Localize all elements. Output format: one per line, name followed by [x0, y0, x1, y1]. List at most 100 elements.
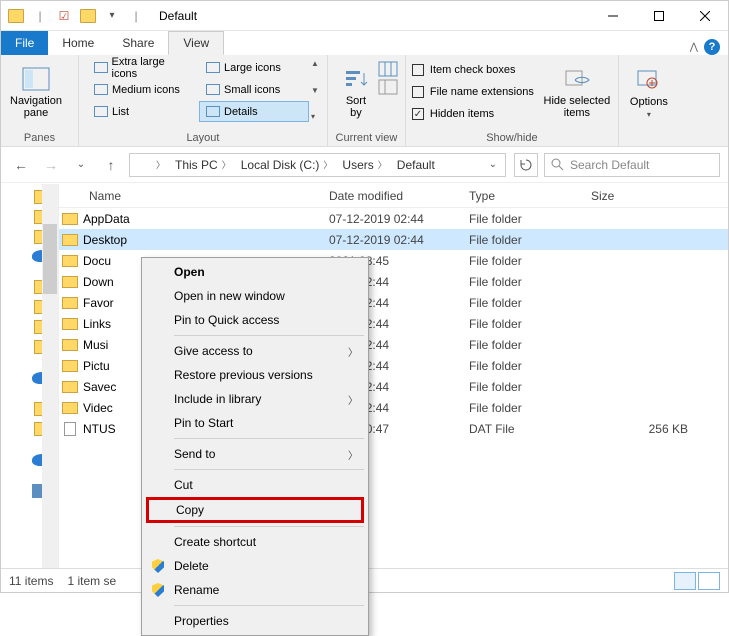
layout-scroll-down-icon[interactable]: ▼: [311, 86, 319, 95]
navigation-pane-label: Navigation pane: [10, 95, 62, 119]
up-button[interactable]: ↑: [99, 153, 123, 177]
hide-selected-label: Hide selected items: [544, 95, 611, 119]
ribbon-help: ⋀ ?: [690, 39, 728, 55]
navigation-pane-button[interactable]: Navigation pane: [7, 57, 65, 127]
layout-group: Extra large icons Medium icons List Larg…: [79, 55, 328, 146]
col-size[interactable]: Size: [581, 189, 728, 203]
ctx-copy-highlight: Copy: [146, 497, 364, 523]
search-icon: [551, 158, 564, 171]
view-tab[interactable]: View: [168, 31, 224, 55]
ctx-properties[interactable]: Properties: [144, 609, 366, 633]
panes-group-label: Panes: [7, 130, 72, 146]
file-tab[interactable]: File: [1, 31, 48, 55]
status-item-count: 11 items: [9, 574, 53, 588]
hide-selected-icon: [561, 65, 593, 93]
layout-extra-large[interactable]: Extra large icons: [87, 57, 197, 78]
options-icon: [633, 66, 665, 94]
panes-group: Navigation pane Panes: [1, 55, 79, 146]
qat-divider2: |: [125, 5, 147, 27]
column-headers: Name Date modified Type Size: [59, 184, 728, 208]
navigation-tree[interactable]: [1, 184, 59, 568]
file-row[interactable]: Desktop07-12-2019 02:44File folder: [59, 229, 728, 250]
ribbon-collapse-icon[interactable]: ⋀: [690, 42, 698, 53]
qat-folder2-icon[interactable]: [77, 5, 99, 27]
breadcrumb-users[interactable]: Users〉: [338, 154, 390, 176]
navigation-pane-icon: [20, 65, 52, 93]
layout-group-label: Layout: [85, 130, 321, 146]
ctx-cut[interactable]: Cut: [144, 473, 366, 497]
layout-details[interactable]: Details: [199, 101, 309, 122]
show-hide-group: Item check boxes File name extensions ✓H…: [406, 55, 619, 146]
layout-expand-icon[interactable]: ▾: [311, 112, 319, 121]
hide-selected-button[interactable]: Hide selected items: [542, 57, 612, 127]
title-bar: | ☑ ▾ | Default: [1, 1, 728, 31]
ctx-delete[interactable]: Delete: [144, 554, 366, 578]
options-group-label: [625, 142, 673, 146]
qat-check-icon[interactable]: ☑: [53, 5, 75, 27]
qat-folder-icon[interactable]: [5, 5, 27, 27]
breadcrumb-local-disk[interactable]: Local Disk (C:)〉: [237, 154, 337, 176]
back-button[interactable]: ←: [9, 153, 33, 177]
minimize-button[interactable]: [590, 1, 636, 31]
window-buttons: [590, 1, 728, 31]
ctx-pin-start[interactable]: Pin to Start: [144, 411, 366, 435]
layout-large[interactable]: Large icons: [199, 57, 309, 78]
hidden-items[interactable]: ✓Hidden items: [412, 103, 534, 125]
col-date[interactable]: Date modified: [319, 189, 459, 203]
status-details-view-icon[interactable]: [674, 572, 696, 590]
maximize-button[interactable]: [636, 1, 682, 31]
share-tab[interactable]: Share: [108, 31, 168, 55]
address-bar-row: ← → ⌄ ↑ 〉 This PC〉 Local Disk (C:)〉 User…: [1, 147, 728, 183]
status-selected: 1 item se: [67, 574, 116, 588]
size-columns-icon[interactable]: [378, 79, 398, 95]
breadcrumb-root-icon[interactable]: 〉: [132, 154, 169, 176]
layout-list[interactable]: List: [87, 101, 197, 122]
ribbon: Navigation pane Panes Extra large icons …: [1, 55, 728, 147]
options-label: Options: [630, 96, 668, 108]
refresh-button[interactable]: [514, 153, 538, 177]
layout-scroll-up-icon[interactable]: ▲: [311, 59, 319, 68]
col-type[interactable]: Type: [459, 189, 581, 203]
layout-medium[interactable]: Medium icons: [87, 79, 197, 100]
layout-small[interactable]: Small icons: [199, 79, 309, 100]
breadcrumb-default[interactable]: Default: [393, 154, 439, 176]
window-title: Default: [159, 9, 197, 23]
item-check-boxes[interactable]: Item check boxes: [412, 59, 534, 81]
quick-access-toolbar: | ☑ ▾ |: [1, 5, 151, 27]
ctx-send-to[interactable]: Send to〉: [144, 442, 366, 466]
options-button[interactable]: Options ▾: [625, 57, 673, 127]
address-bar[interactable]: 〉 This PC〉 Local Disk (C:)〉 Users〉 Defau…: [129, 153, 506, 177]
sort-by-label: Sort by: [346, 95, 366, 119]
current-view-group: Sort by Current view: [328, 55, 406, 146]
options-group: Options ▾: [619, 55, 679, 146]
ctx-include-library[interactable]: Include in library〉: [144, 387, 366, 411]
home-tab[interactable]: Home: [48, 31, 108, 55]
search-input[interactable]: [570, 158, 713, 172]
sort-icon: [340, 65, 372, 93]
col-name[interactable]: Name: [59, 189, 319, 203]
help-icon[interactable]: ?: [704, 39, 720, 55]
ctx-pin-qa[interactable]: Pin to Quick access: [144, 308, 366, 332]
show-hide-label: Show/hide: [412, 130, 612, 146]
ctx-give-access[interactable]: Give access to〉: [144, 339, 366, 363]
forward-button[interactable]: →: [39, 153, 63, 177]
ctx-open[interactable]: Open: [144, 260, 366, 284]
file-name-extensions[interactable]: File name extensions: [412, 81, 534, 103]
ctx-open-new[interactable]: Open in new window: [144, 284, 366, 308]
ctx-rename[interactable]: Rename: [144, 578, 366, 602]
status-thumbnail-view-icon[interactable]: [698, 572, 720, 590]
sort-by-button[interactable]: Sort by: [334, 57, 378, 127]
search-box[interactable]: [544, 153, 720, 177]
breadcrumb-this-pc[interactable]: This PC〉: [171, 154, 235, 176]
qat-overflow[interactable]: ▾: [101, 5, 123, 27]
ctx-restore[interactable]: Restore previous versions: [144, 363, 366, 387]
ctx-create-shortcut[interactable]: Create shortcut: [144, 530, 366, 554]
add-columns-icon[interactable]: [378, 61, 398, 77]
recent-locations-button[interactable]: ⌄: [69, 153, 93, 177]
file-row[interactable]: AppData07-12-2019 02:44File folder: [59, 208, 728, 229]
tree-scrollbar[interactable]: [42, 184, 58, 568]
address-dropdown-icon[interactable]: ⌄: [483, 159, 503, 170]
close-button[interactable]: [682, 1, 728, 31]
context-menu: Open Open in new window Pin to Quick acc…: [141, 257, 369, 636]
ctx-copy[interactable]: Copy: [149, 500, 361, 520]
